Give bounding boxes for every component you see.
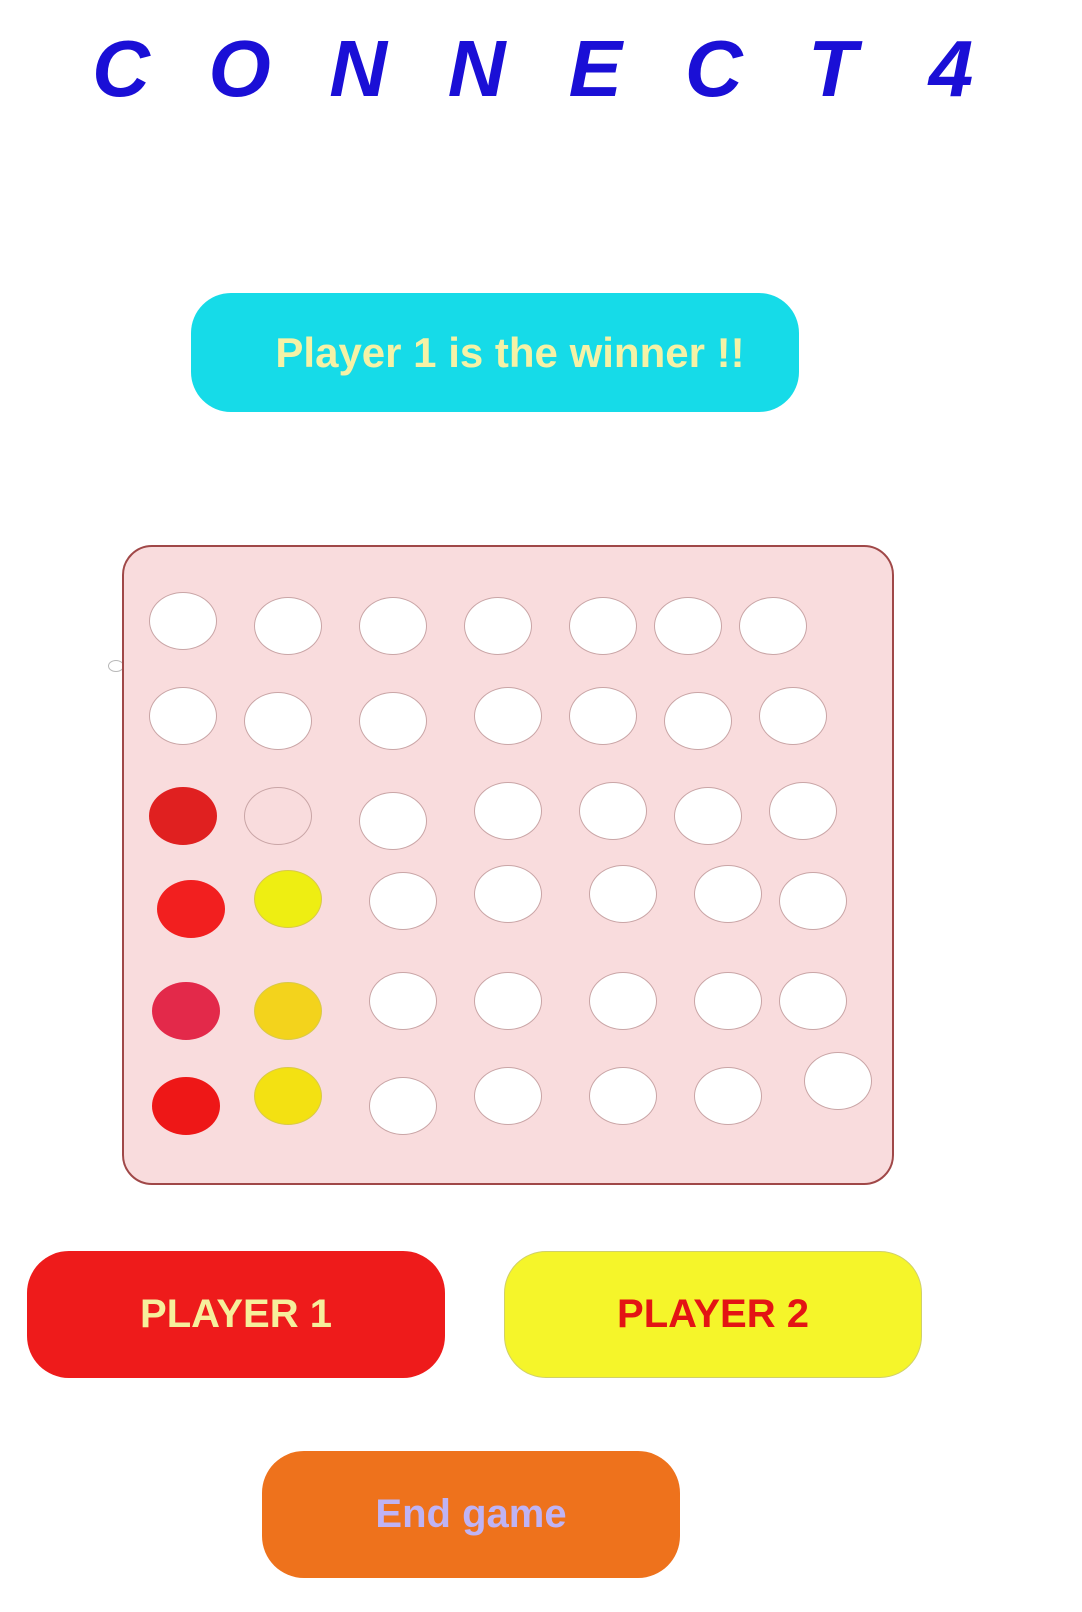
red-piece[interactable] [152, 982, 220, 1040]
empty-slot[interactable] [589, 865, 657, 923]
red-piece[interactable] [152, 1077, 220, 1135]
winner-banner: Player 1 is the winner !! [191, 293, 799, 412]
title-letter: T [807, 24, 857, 113]
title-letter: C [684, 24, 743, 113]
empty-slot[interactable] [804, 1052, 872, 1110]
red-piece[interactable] [157, 880, 225, 938]
empty-slot[interactable] [739, 597, 807, 655]
empty-slot[interactable] [244, 692, 312, 750]
empty-slot[interactable] [474, 1067, 542, 1125]
empty-slot[interactable] [369, 1077, 437, 1135]
empty-slot[interactable] [779, 972, 847, 1030]
empty-slot[interactable] [474, 972, 542, 1030]
game-title: C O N N E C T 4 [0, 24, 1082, 114]
empty-slot[interactable] [569, 597, 637, 655]
empty-slot[interactable] [589, 972, 657, 1030]
game-board [122, 545, 894, 1185]
empty-slot[interactable] [254, 597, 322, 655]
yellow-piece[interactable] [254, 982, 322, 1040]
empty-slot[interactable] [694, 972, 762, 1030]
player-1-button[interactable]: PLAYER 1 [27, 1251, 445, 1378]
empty-slot[interactable] [149, 687, 217, 745]
title-letter: O [208, 24, 271, 113]
winner-message: Player 1 is the winner !! [275, 328, 745, 376]
empty-slot[interactable] [474, 865, 542, 923]
title-letter: C [92, 24, 150, 113]
player-2-button[interactable]: PLAYER 2 [504, 1251, 922, 1378]
empty-slot[interactable] [769, 782, 837, 840]
empty-slot[interactable] [759, 687, 827, 745]
title-letter: N [447, 24, 506, 113]
empty-slot[interactable] [589, 1067, 657, 1125]
empty-slot[interactable] [244, 787, 312, 845]
end-game-button[interactable]: End game [262, 1451, 680, 1578]
empty-slot[interactable] [569, 687, 637, 745]
empty-slot[interactable] [474, 782, 542, 840]
empty-slot[interactable] [474, 687, 542, 745]
empty-slot[interactable] [464, 597, 532, 655]
empty-slot[interactable] [579, 782, 647, 840]
empty-slot[interactable] [359, 692, 427, 750]
empty-slot[interactable] [369, 872, 437, 930]
empty-slot[interactable] [369, 972, 437, 1030]
empty-slot[interactable] [674, 787, 742, 845]
title-letter: 4 [928, 24, 974, 113]
title-letter: E [568, 24, 622, 113]
empty-slot[interactable] [149, 592, 217, 650]
empty-slot[interactable] [779, 872, 847, 930]
red-piece[interactable] [149, 787, 217, 845]
empty-slot[interactable] [359, 792, 427, 850]
empty-slot[interactable] [654, 597, 722, 655]
empty-slot[interactable] [694, 865, 762, 923]
title-letter: N [329, 24, 388, 113]
yellow-piece[interactable] [254, 1067, 322, 1125]
empty-slot[interactable] [359, 597, 427, 655]
yellow-piece[interactable] [254, 870, 322, 928]
empty-slot[interactable] [694, 1067, 762, 1125]
empty-slot[interactable] [664, 692, 732, 750]
